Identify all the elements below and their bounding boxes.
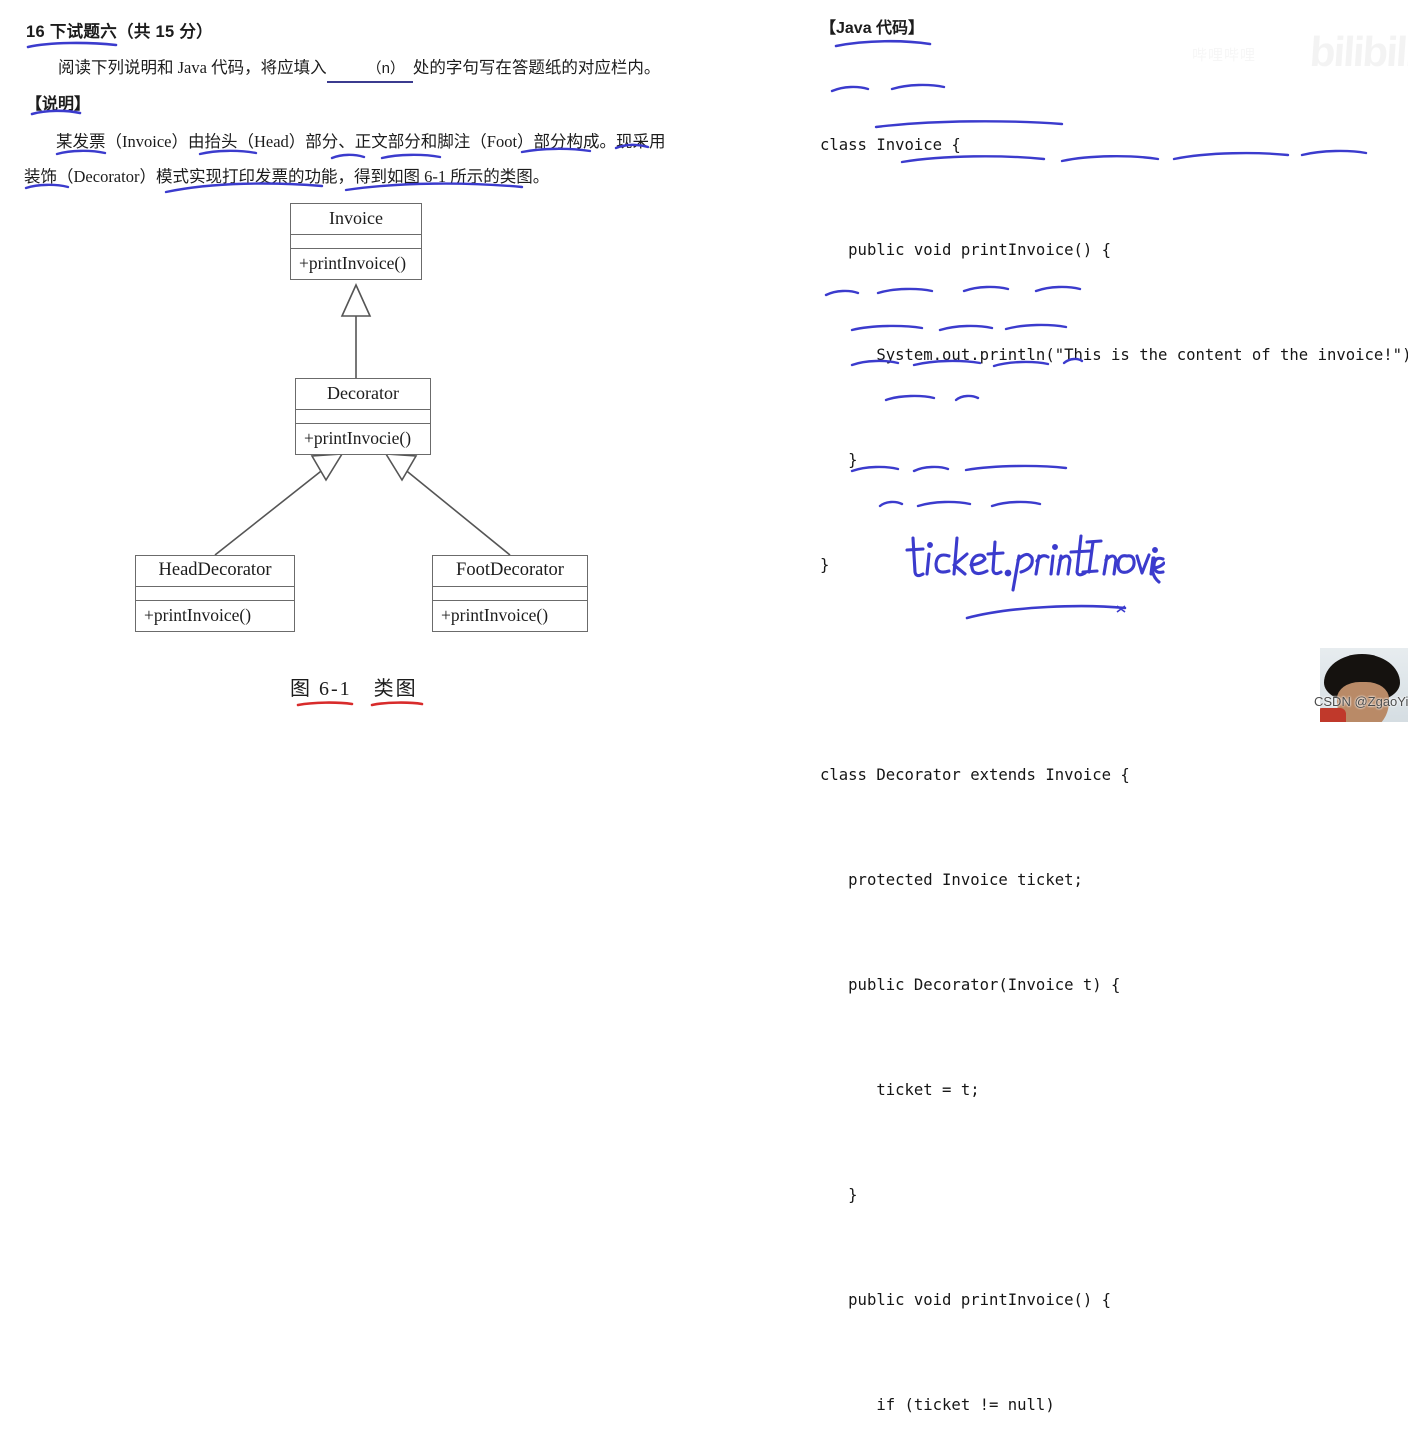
uml-class-footdecorator-name: FootDecorator xyxy=(433,556,587,587)
code-line-13: if (ticket != null) xyxy=(820,1396,1055,1414)
code-line-10: ticket = t; xyxy=(820,1081,980,1099)
uml-class-footdecorator-attributes xyxy=(433,587,587,601)
explanation-heading: 【说明】 xyxy=(26,96,91,113)
red-underline-figure-number xyxy=(296,700,354,708)
uml-class-headdecorator-name: HeadDecorator xyxy=(136,556,294,587)
webcam-overlay[interactable] xyxy=(1320,648,1408,722)
uml-class-decorator-operations: +printInvocie() xyxy=(304,428,412,448)
red-underline-figure-text xyxy=(370,700,424,708)
handwritten-answer xyxy=(905,532,1166,592)
uml-class-invoice-operations: +printInvoice() xyxy=(299,253,407,273)
code-line-1: class Invoice { xyxy=(820,136,961,154)
uml-class-invoice: Invoice +printInvoice() xyxy=(290,203,422,280)
figure-caption-text: 类图 xyxy=(373,678,418,700)
uml-class-headdecorator-operations: +printInvoice() xyxy=(144,605,252,625)
explanation-line-2: 装饰（Decorator）模式实现打印发票的功能，得到如图 6-1 所示的类图。 xyxy=(24,167,550,186)
csdn-watermark: CSDN @ZgaoYi xyxy=(1314,694,1408,709)
code-line-9: public Decorator(Invoice t) { xyxy=(820,976,1121,994)
code-line-11: } xyxy=(820,1186,858,1204)
figure-caption-number: 图 6-1 xyxy=(290,678,352,700)
uml-class-decorator-name: Decorator xyxy=(296,379,430,410)
uml-class-decorator-attributes xyxy=(296,410,430,424)
code-line-12: public void printInvoice() { xyxy=(820,1291,1112,1309)
uml-class-headdecorator: HeadDecorator +printInvoice() xyxy=(135,555,295,632)
figure-caption: 图 6-1 类图 xyxy=(290,672,418,701)
explanation-line-1: 某发票（Invoice）由抬头（Head）部分、正文部分和脚注（Foot）部分构… xyxy=(56,132,666,151)
webcam-person-shirt xyxy=(1320,708,1346,722)
code-line-7: class Decorator extends Invoice { xyxy=(820,766,1130,784)
uml-class-diagram: Invoice +printInvoice() Decorator +print… xyxy=(120,190,590,660)
uml-class-decorator: Decorator +printInvocie() xyxy=(295,378,431,455)
uml-class-invoice-attributes xyxy=(291,235,421,249)
uml-class-footdecorator: FootDecorator +printInvoice() xyxy=(432,555,588,632)
code-line-2: public void printInvoice() { xyxy=(820,241,1112,259)
code-line-8: protected Invoice ticket; xyxy=(820,871,1083,889)
uml-class-footdecorator-operations: +printInvoice() xyxy=(441,605,549,625)
uml-class-headdecorator-attributes xyxy=(136,587,294,601)
question-panel: 16 下试题六（共 15 分） 阅读下列说明和 Java 代码，将应填入 （n）处… xyxy=(0,0,700,722)
handwritten-underline xyxy=(965,600,1135,624)
code-line-3: System.out.println("This is the content … xyxy=(820,346,1408,364)
java-code-block: class Invoice { public void printInvoice… xyxy=(820,58,1408,1444)
java-code-heading: 【Java 代码】 xyxy=(820,20,925,37)
code-line-4: } xyxy=(820,451,858,469)
instruction-text-before: 阅读下列说明和 Java 代码，将应填入 xyxy=(58,58,327,77)
instruction-text-after: 处的字句写在答题纸的对应栏内。 xyxy=(412,58,661,77)
page-title: 16 下试题六（共 15 分） xyxy=(26,23,213,41)
uml-class-invoice-name: Invoice xyxy=(291,204,421,235)
inline-blank-n: （n） xyxy=(326,56,413,83)
explanation-body: 某发票（Invoice）由抬头（Head）部分、正文部分和脚注（Foot）部分构… xyxy=(24,124,679,194)
question-instruction: 阅读下列说明和 Java 代码，将应填入 （n） 处的字句写在答题纸的对应栏内。 xyxy=(26,55,676,83)
